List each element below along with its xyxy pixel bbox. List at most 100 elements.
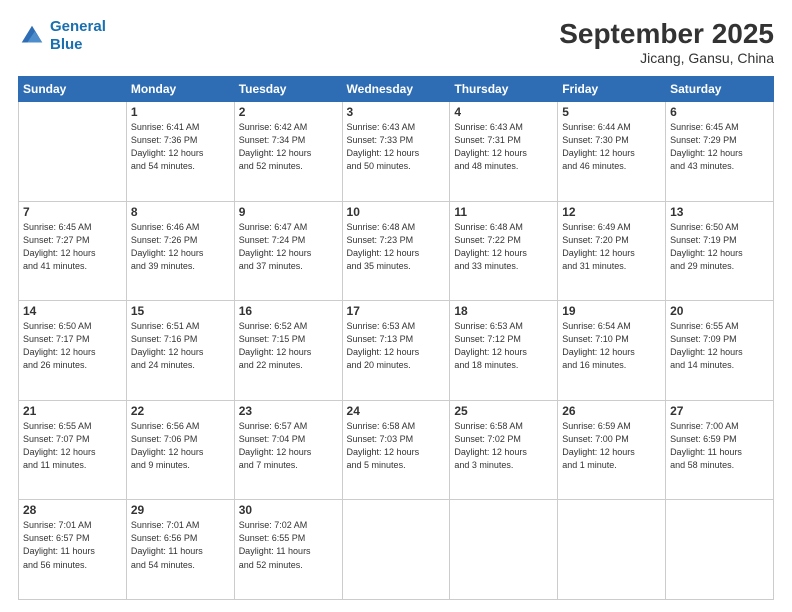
day-number: 22	[131, 404, 230, 418]
day-number: 6	[670, 105, 769, 119]
day-number: 21	[23, 404, 122, 418]
calendar-cell: 15 Sunrise: 6:51 AM Sunset: 7:16 PM Dayli…	[126, 301, 234, 401]
calendar-cell	[558, 500, 666, 600]
day-info: Sunrise: 6:56 AM Sunset: 7:06 PM Dayligh…	[131, 420, 230, 472]
day-number: 27	[670, 404, 769, 418]
calendar-cell: 4Sunrise: 6:43 AM Sunset: 7:31 PM Daylig…	[450, 102, 558, 202]
day-number: 10	[347, 205, 446, 219]
day-number: 26	[562, 404, 661, 418]
day-info: Sunrise: 6:53 AM Sunset: 7:12 PM Dayligh…	[454, 320, 553, 372]
day-number: 20	[670, 304, 769, 318]
day-number: 8	[131, 205, 230, 219]
calendar-week-5: 28 Sunrise: 7:01 AM Sunset: 6:57 PM Dayli…	[19, 500, 774, 600]
calendar-cell: 11Sunrise: 6:48 AM Sunset: 7:22 PM Dayli…	[450, 201, 558, 301]
day-number: 17	[347, 304, 446, 318]
day-info: Sunrise: 6:50 AM Sunset: 7:17 PM Dayligh…	[23, 320, 122, 372]
calendar-cell	[19, 102, 127, 202]
calendar-header-saturday: Saturday	[666, 77, 774, 102]
calendar-cell: 16Sunrise: 6:52 AM Sunset: 7:15 PM Dayli…	[234, 301, 342, 401]
calendar-cell: 14 Sunrise: 6:50 AM Sunset: 7:17 PM Dayli…	[19, 301, 127, 401]
calendar-header-sunday: Sunday	[19, 77, 127, 102]
day-number: 1	[131, 105, 230, 119]
calendar-header-friday: Friday	[558, 77, 666, 102]
calendar-cell	[450, 500, 558, 600]
day-number: 3	[347, 105, 446, 119]
day-info: Sunrise: 6:45 AM Sunset: 7:27 PM Dayligh…	[23, 221, 122, 273]
day-info: Sunrise: 7:02 AM Sunset: 6:55 PM Dayligh…	[239, 519, 338, 571]
day-number: 18	[454, 304, 553, 318]
calendar-cell	[342, 500, 450, 600]
calendar-cell: 29 Sunrise: 7:01 AM Sunset: 6:56 PM Dayli…	[126, 500, 234, 600]
day-number: 13	[670, 205, 769, 219]
day-number: 7	[23, 205, 122, 219]
calendar-cell	[666, 500, 774, 600]
day-number: 9	[239, 205, 338, 219]
calendar-header-wednesday: Wednesday	[342, 77, 450, 102]
logo-icon	[18, 22, 46, 50]
calendar-cell: 25Sunrise: 6:58 AM Sunset: 7:02 PM Dayli…	[450, 400, 558, 500]
day-info: Sunrise: 6:57 AM Sunset: 7:04 PM Dayligh…	[239, 420, 338, 472]
calendar-week-2: 7 Sunrise: 6:45 AM Sunset: 7:27 PM Daylig…	[19, 201, 774, 301]
day-info: Sunrise: 6:41 AM Sunset: 7:36 PM Dayligh…	[131, 121, 230, 173]
location-subtitle: Jicang, Gansu, China	[559, 50, 774, 66]
day-info: Sunrise: 7:01 AM Sunset: 6:56 PM Dayligh…	[131, 519, 230, 571]
logo-line2: Blue	[50, 36, 83, 53]
day-number: 19	[562, 304, 661, 318]
day-number: 5	[562, 105, 661, 119]
day-number: 11	[454, 205, 553, 219]
day-info: Sunrise: 7:00 AM Sunset: 6:59 PM Dayligh…	[670, 420, 769, 472]
calendar-cell: 3 Sunrise: 6:43 AM Sunset: 7:33 PM Daylig…	[342, 102, 450, 202]
calendar-cell: 10 Sunrise: 6:48 AM Sunset: 7:23 PM Dayli…	[342, 201, 450, 301]
logo: General Blue	[18, 18, 106, 54]
day-info: Sunrise: 6:51 AM Sunset: 7:16 PM Dayligh…	[131, 320, 230, 372]
calendar-cell: 1 Sunrise: 6:41 AM Sunset: 7:36 PM Daylig…	[126, 102, 234, 202]
calendar-week-1: 1 Sunrise: 6:41 AM Sunset: 7:36 PM Daylig…	[19, 102, 774, 202]
calendar-cell: 12 Sunrise: 6:49 AM Sunset: 7:20 PM Dayli…	[558, 201, 666, 301]
day-number: 24	[347, 404, 446, 418]
day-number: 15	[131, 304, 230, 318]
day-info: Sunrise: 6:47 AM Sunset: 7:24 PM Dayligh…	[239, 221, 338, 273]
calendar-cell: 20 Sunrise: 6:55 AM Sunset: 7:09 PM Dayli…	[666, 301, 774, 401]
day-info: Sunrise: 6:44 AM Sunset: 7:30 PM Dayligh…	[562, 121, 661, 173]
day-info: Sunrise: 6:43 AM Sunset: 7:31 PM Dayligh…	[454, 121, 553, 173]
calendar-week-4: 21Sunrise: 6:55 AM Sunset: 7:07 PM Dayli…	[19, 400, 774, 500]
logo-line1: General	[50, 18, 106, 35]
day-number: 28	[23, 503, 122, 517]
day-info: Sunrise: 6:43 AM Sunset: 7:33 PM Dayligh…	[347, 121, 446, 173]
day-info: Sunrise: 6:48 AM Sunset: 7:23 PM Dayligh…	[347, 221, 446, 273]
day-info: Sunrise: 7:01 AM Sunset: 6:57 PM Dayligh…	[23, 519, 122, 571]
header: General Blue September 2025 Jicang, Gans…	[18, 18, 774, 66]
day-info: Sunrise: 6:54 AM Sunset: 7:10 PM Dayligh…	[562, 320, 661, 372]
day-number: 29	[131, 503, 230, 517]
calendar-cell: 8 Sunrise: 6:46 AM Sunset: 7:26 PM Daylig…	[126, 201, 234, 301]
calendar-cell: 30 Sunrise: 7:02 AM Sunset: 6:55 PM Dayli…	[234, 500, 342, 600]
calendar-cell: 27 Sunrise: 7:00 AM Sunset: 6:59 PM Dayli…	[666, 400, 774, 500]
day-info: Sunrise: 6:58 AM Sunset: 7:03 PM Dayligh…	[347, 420, 446, 472]
day-info: Sunrise: 6:50 AM Sunset: 7:19 PM Dayligh…	[670, 221, 769, 273]
calendar-cell: 26Sunrise: 6:59 AM Sunset: 7:00 PM Dayli…	[558, 400, 666, 500]
logo-text: General Blue	[50, 18, 106, 54]
day-number: 23	[239, 404, 338, 418]
calendar-cell: 18 Sunrise: 6:53 AM Sunset: 7:12 PM Dayli…	[450, 301, 558, 401]
calendar-table: SundayMondayTuesdayWednesdayThursdayFrid…	[18, 76, 774, 600]
calendar-cell: 2Sunrise: 6:42 AM Sunset: 7:34 PM Daylig…	[234, 102, 342, 202]
calendar-cell: 24 Sunrise: 6:58 AM Sunset: 7:03 PM Dayli…	[342, 400, 450, 500]
day-info: Sunrise: 6:49 AM Sunset: 7:20 PM Dayligh…	[562, 221, 661, 273]
calendar-cell: 17 Sunrise: 6:53 AM Sunset: 7:13 PM Dayli…	[342, 301, 450, 401]
day-info: Sunrise: 6:45 AM Sunset: 7:29 PM Dayligh…	[670, 121, 769, 173]
day-number: 12	[562, 205, 661, 219]
calendar-header-thursday: Thursday	[450, 77, 558, 102]
calendar-cell: 5 Sunrise: 6:44 AM Sunset: 7:30 PM Daylig…	[558, 102, 666, 202]
calendar-cell: 21Sunrise: 6:55 AM Sunset: 7:07 PM Dayli…	[19, 400, 127, 500]
calendar-week-3: 14 Sunrise: 6:50 AM Sunset: 7:17 PM Dayli…	[19, 301, 774, 401]
day-info: Sunrise: 6:46 AM Sunset: 7:26 PM Dayligh…	[131, 221, 230, 273]
day-info: Sunrise: 6:53 AM Sunset: 7:13 PM Dayligh…	[347, 320, 446, 372]
calendar-cell: 7 Sunrise: 6:45 AM Sunset: 7:27 PM Daylig…	[19, 201, 127, 301]
calendar-cell: 23 Sunrise: 6:57 AM Sunset: 7:04 PM Dayli…	[234, 400, 342, 500]
day-number: 14	[23, 304, 122, 318]
calendar-cell: 19 Sunrise: 6:54 AM Sunset: 7:10 PM Dayli…	[558, 301, 666, 401]
day-info: Sunrise: 6:55 AM Sunset: 7:09 PM Dayligh…	[670, 320, 769, 372]
day-number: 30	[239, 503, 338, 517]
calendar-cell: 22 Sunrise: 6:56 AM Sunset: 7:06 PM Dayli…	[126, 400, 234, 500]
month-title: September 2025	[559, 18, 774, 50]
